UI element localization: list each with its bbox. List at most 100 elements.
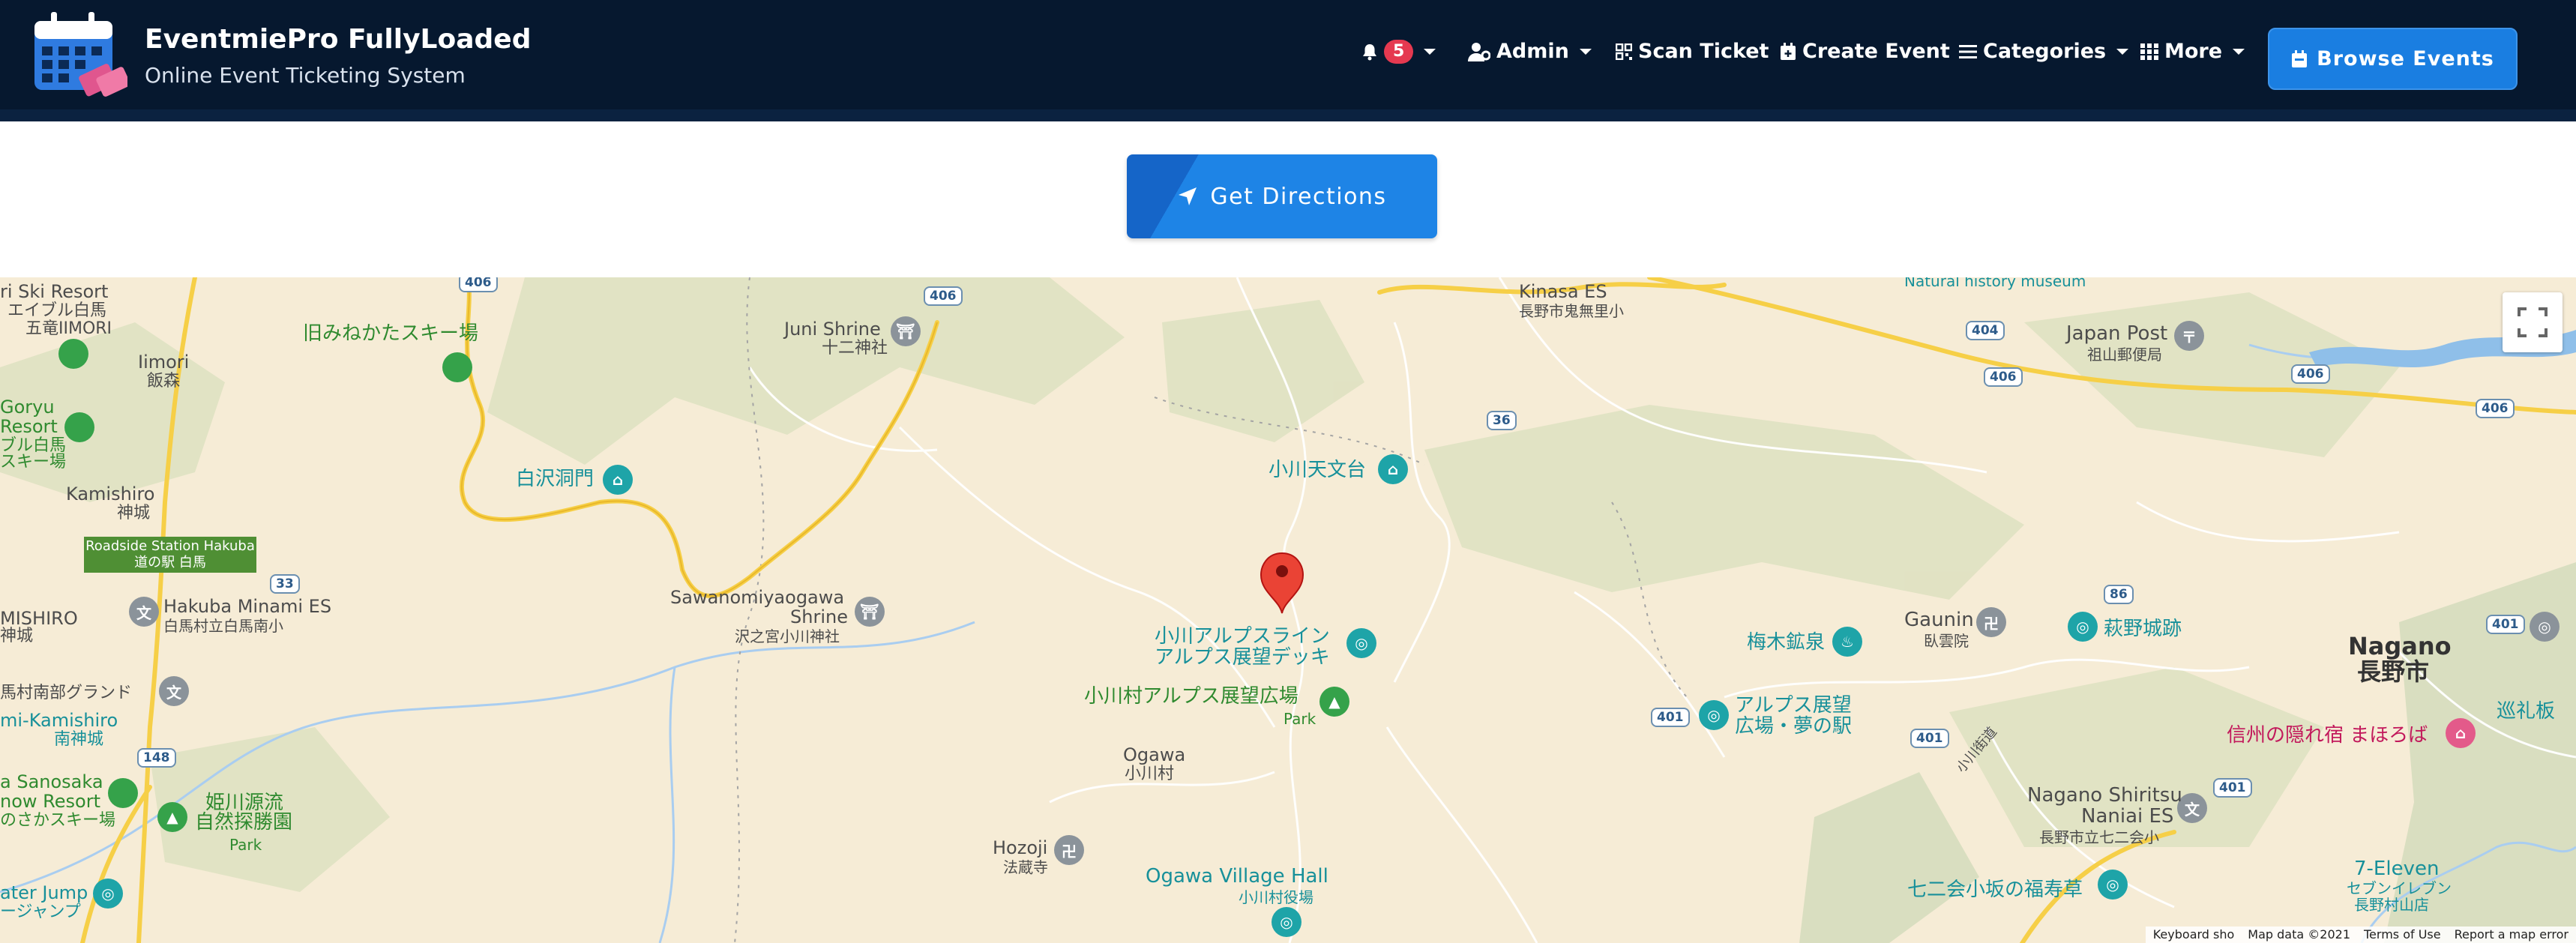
map-label: a Sanosaka [0, 771, 103, 792]
map-label: 臥雲院 [1924, 632, 1969, 650]
school-icon[interactable]: 文 [129, 597, 159, 627]
map-label: 自然探勝園 [195, 811, 293, 834]
brand-subtitle: Online Event Ticketing System [145, 63, 466, 88]
map-label: 梅木鉱泉 [1747, 631, 1826, 654]
post-office-icon[interactable]: 〒 [2174, 321, 2204, 351]
map-label: now Resort [0, 791, 100, 812]
map-label: 五竜IIMORI [25, 319, 112, 338]
roadside-station-sign[interactable]: Roadside Station Hakuba 道の駅 白馬 [84, 537, 256, 573]
spa-icon[interactable]: ♨ [1832, 627, 1862, 657]
poi-pin-icon[interactable] [64, 412, 94, 442]
poi-pin-icon[interactable] [442, 352, 472, 382]
map-label: Shrine [790, 606, 848, 627]
map-label: スキー場 [0, 453, 67, 472]
nav-scan-ticket[interactable]: Scan Ticket [1616, 40, 1769, 63]
landmark-icon[interactable]: ◎ [2068, 612, 2098, 642]
route-shield: 406 [924, 286, 963, 306]
keyboard-shortcuts-link[interactable]: Keyboard sho [2153, 927, 2235, 943]
notifications-dropdown[interactable]: 5 [1361, 40, 1436, 64]
route-shield: 404 [1966, 321, 2005, 340]
map-label: ri Ski Resort [0, 281, 109, 302]
route-shield: 33 [270, 574, 300, 594]
route-shield: 401 [1651, 708, 1690, 727]
map-label: Natural history museum [1904, 277, 2086, 290]
route-shield: 401 [2486, 615, 2525, 634]
fullscreen-button[interactable] [2503, 292, 2563, 352]
nav-categories[interactable]: Categories [1959, 40, 2129, 63]
nav-admin[interactable]: Admin [1468, 40, 1592, 63]
hotel-icon[interactable]: ⌂ [2446, 718, 2476, 748]
brand-title[interactable]: EventmiePro FullyLoaded [145, 24, 531, 55]
park-icon[interactable]: ▲ [157, 802, 187, 832]
landmark-icon[interactable]: ◎ [93, 879, 123, 909]
map-label: エイブル白馬 [7, 301, 107, 320]
landmark-icon[interactable]: ◎ [1346, 628, 1376, 658]
map-label: 白沢洞門 [516, 468, 595, 490]
map-label: Kinasa ES [1519, 281, 1607, 302]
map-label: 旧みねかたスキー場 [303, 322, 479, 345]
get-directions-button[interactable]: Get Directions [1127, 154, 1437, 238]
chevron-down-icon [2233, 48, 2245, 55]
map-label: 南神城 [54, 730, 104, 749]
map-label: Hozoji [993, 837, 1048, 858]
poi-pin-icon[interactable] [58, 339, 88, 369]
map-label: 萩野城跡 [2104, 618, 2182, 640]
user-cog-icon [1468, 42, 1490, 61]
top-navbar: EventmiePro FullyLoaded Online Event Tic… [0, 0, 2576, 121]
route-shield: 406 [459, 277, 498, 292]
nav-more-label: More [2164, 40, 2223, 63]
map-label: MISHIRO [0, 608, 78, 629]
map-label: 飯森 [147, 372, 181, 391]
chevron-down-icon [1424, 49, 1436, 55]
landmark-icon[interactable]: ⌂ [603, 465, 633, 495]
map-label: Park [1284, 710, 1316, 728]
route-shield: 148 [137, 748, 176, 768]
school-icon[interactable]: 文 [159, 676, 189, 706]
terms-link[interactable]: Terms of Use [2364, 927, 2441, 943]
landmark-icon[interactable]: ◎ [2530, 612, 2560, 642]
map-terrain [0, 277, 2576, 943]
landmark-icon[interactable]: ◎ [1699, 700, 1729, 730]
city-label: 長野市 [2357, 657, 2430, 686]
qr-icon [1616, 43, 1632, 60]
map-label: Naniai ES [2081, 805, 2174, 828]
landmark-icon[interactable]: ◎ [1272, 907, 1301, 937]
poi-pin-icon[interactable] [108, 778, 138, 808]
map-label: mi-Kamishiro [0, 710, 118, 731]
map-label: 広場・夢の駅 [1735, 715, 1853, 738]
map-label: 祖山郵便局 [2087, 346, 2162, 364]
nav-more[interactable]: More [2140, 40, 2245, 63]
station-sign-jp: 道の駅 白馬 [134, 555, 206, 570]
temple-icon[interactable]: 卍 [1976, 607, 2006, 637]
map-label: 法蔵寺 [1003, 858, 1048, 876]
map-label: 小川村 [1125, 765, 1175, 783]
nav-create-event[interactable]: Create Event [1780, 40, 1950, 63]
shrine-icon[interactable]: ⛩ [891, 316, 921, 346]
shrine-icon[interactable]: ⛩ [855, 597, 885, 627]
landmark-icon[interactable]: ◎ [2098, 870, 2128, 900]
map-label: のさかスキー場 [0, 811, 116, 830]
map-label: Ogawa [1123, 744, 1186, 765]
calendar-plus-icon [1781, 42, 1796, 60]
map-view[interactable]: 406 406 404 406 406 406 36 33 86 401 401… [0, 277, 2576, 943]
map-label: ater Jump [0, 882, 88, 903]
map-label: 7-Eleven [2354, 858, 2440, 880]
temple-icon[interactable]: 卍 [1054, 835, 1084, 865]
chevron-down-icon [1579, 48, 1592, 55]
map-label: Goryu [0, 397, 55, 418]
museum-icon[interactable]: ⌂ [1378, 454, 1408, 484]
map-pin-icon [1260, 552, 1304, 614]
map-label: 小川村役場 [1239, 888, 1313, 906]
map-label: 小川村アルプス展望広場 [1084, 685, 1298, 708]
station-sign-en: Roadside Station Hakuba [85, 538, 255, 554]
calendar-logo-icon[interactable] [30, 7, 127, 105]
report-error-link[interactable]: Report a map error [2455, 927, 2569, 943]
map-label: Juni Shrine [784, 319, 881, 340]
map-label: 七二会小坂の福寿草 [1907, 879, 2083, 901]
park-icon[interactable]: ▲ [1319, 687, 1349, 717]
map-label: 小川天文台 [1269, 459, 1367, 481]
map-label: 長野市鬼無里小 [1519, 302, 1624, 320]
browse-events-button[interactable]: Browse Events [2268, 28, 2518, 90]
nav-create-event-label: Create Event [1802, 40, 1950, 63]
map-label: Ogawa Village Hall [1146, 865, 1328, 888]
